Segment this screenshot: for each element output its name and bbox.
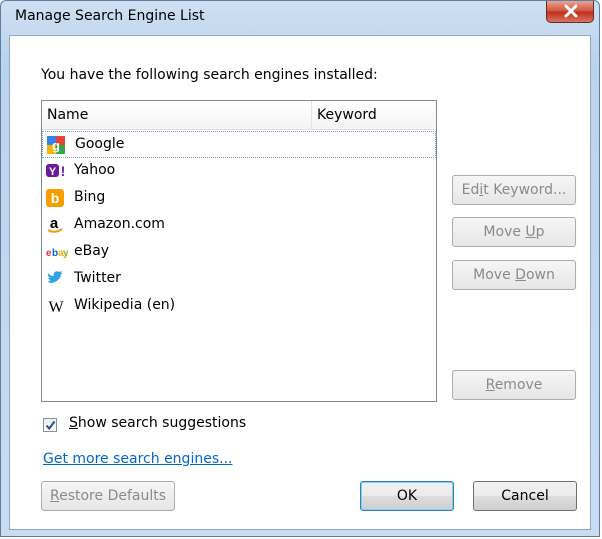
dialog-window: Manage Search Engine List You have the f…: [0, 0, 600, 537]
column-header-name[interactable]: Name: [42, 101, 312, 129]
column-header-keyword-label: Keyword: [317, 107, 377, 123]
wikipedia-icon: W: [48, 299, 64, 315]
column-header-name-label: Name: [47, 107, 89, 123]
list-item-label: eBay: [74, 243, 110, 259]
list-item-amazon[interactable]: a Amazon.com: [42, 212, 436, 239]
intro-text: You have the following search engines in…: [41, 67, 378, 83]
twitter-icon: [47, 271, 63, 283]
checkmark-icon: [45, 420, 56, 431]
show-suggestions-label: Show search suggestions: [69, 415, 247, 431]
show-suggestions-checkbox[interactable]: [43, 418, 57, 432]
svg-text:!: !: [61, 163, 66, 179]
svg-text:b: b: [51, 190, 60, 206]
list-item-label: Yahoo: [74, 162, 116, 178]
list-item-label: Wikipedia (en): [74, 297, 176, 313]
svg-text:g: g: [52, 138, 60, 153]
ok-button[interactable]: OK: [360, 481, 454, 511]
window-title: Manage Search Engine List: [15, 8, 205, 24]
move-up-button[interactable]: Move Up: [452, 217, 576, 247]
cancel-button[interactable]: Cancel: [473, 481, 577, 511]
amazon-icon: a: [47, 216, 63, 233]
ebay-icon: e b a y: [46, 248, 68, 259]
search-engine-list[interactable]: Name Keyword g Google Y ! Yahoo b Bing a…: [41, 100, 437, 402]
yahoo-icon: Y !: [46, 163, 66, 179]
column-header-keyword[interactable]: Keyword: [312, 101, 436, 129]
edit-keyword-button[interactable]: Edit Keyword...: [452, 175, 576, 205]
list-item-yahoo[interactable]: Y ! Yahoo: [42, 158, 436, 185]
google-icon: g: [47, 136, 65, 154]
title-bar[interactable]: Manage Search Engine List: [1, 1, 599, 35]
list-rows: g Google Y ! Yahoo b Bing a Amazon.com e…: [42, 131, 436, 320]
list-item-ebay[interactable]: e b a y eBay: [42, 239, 436, 266]
list-item-twitter[interactable]: Twitter: [42, 266, 436, 293]
dialog-content: You have the following search engines in…: [9, 35, 591, 530]
list-header: Name Keyword: [42, 101, 436, 130]
move-down-button[interactable]: Move Down: [452, 260, 576, 290]
remove-button[interactable]: Remove: [452, 370, 576, 400]
svg-text:W: W: [48, 299, 64, 315]
list-item-bing[interactable]: b Bing: [42, 185, 436, 212]
bing-icon: b: [46, 189, 64, 207]
list-item-label: Google: [75, 136, 125, 152]
svg-text:y: y: [63, 248, 68, 259]
svg-text:a: a: [50, 216, 59, 232]
close-icon: [564, 4, 578, 18]
get-more-engines-link[interactable]: Get more search engines...: [43, 451, 232, 467]
list-item-wikipedia[interactable]: W Wikipedia (en): [42, 293, 436, 320]
svg-text:Y: Y: [49, 166, 57, 178]
list-item-google[interactable]: g Google: [42, 131, 436, 158]
restore-defaults-button[interactable]: Restore Defaults: [41, 481, 175, 511]
close-button[interactable]: [546, 1, 594, 23]
list-item-label: Amazon.com: [74, 216, 165, 232]
list-item-label: Twitter: [74, 270, 121, 286]
list-item-label: Bing: [74, 189, 106, 205]
